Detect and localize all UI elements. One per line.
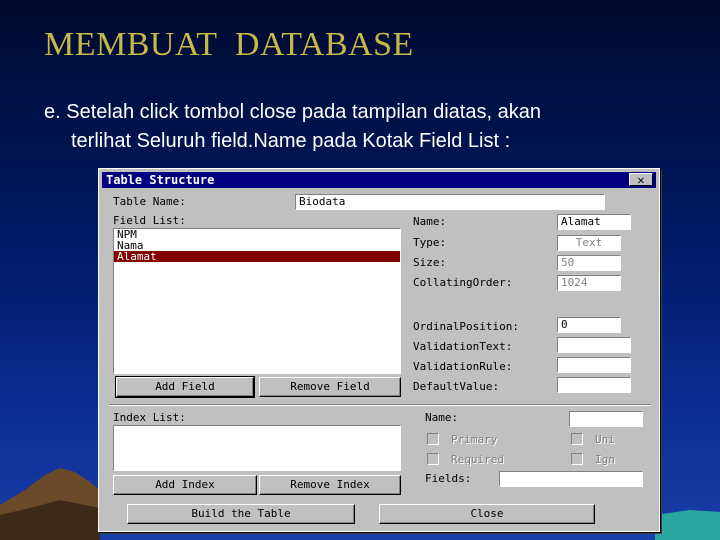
field-name-input[interactable]: Alamat — [557, 214, 631, 230]
validation-rule-input[interactable] — [557, 357, 631, 373]
ordinal-position-label: OrdinalPosition: — [413, 320, 519, 333]
remove-index-button[interactable]: Remove Index — [259, 475, 401, 495]
dialog-title: Table Structure — [106, 173, 215, 187]
ignore-nulls-checkbox[interactable] — [571, 453, 583, 465]
section-divider — [109, 404, 651, 406]
ordinal-position-input[interactable]: 0 — [557, 317, 621, 333]
table-structure-dialog: Table Structure ✕ Table Name: Biodata Fi… — [98, 168, 660, 532]
collating-order-input[interactable]: 1024 — [557, 275, 621, 291]
primary-checkbox[interactable] — [427, 433, 439, 445]
build-table-button[interactable]: Build the Table — [127, 504, 355, 524]
slide-text-line-1: e. Setelah click tombol close pada tampi… — [44, 101, 541, 123]
field-type-input[interactable]: Text — [557, 235, 621, 251]
index-list-box[interactable] — [113, 425, 401, 471]
close-button[interactable]: Close — [379, 504, 595, 524]
field-size-label: Size: — [413, 256, 447, 269]
dialog-titlebar[interactable]: Table Structure ✕ — [102, 172, 656, 188]
field-list-item-selected[interactable]: Alamat — [114, 251, 400, 262]
index-list-label: Index List: — [113, 411, 186, 424]
index-fields-input[interactable] — [499, 471, 643, 487]
field-type-label: Type: — [413, 236, 447, 249]
remove-field-button[interactable]: Remove Field — [259, 377, 401, 397]
slide-title: MEMBUAT DATABASE — [44, 26, 414, 63]
validation-text-input[interactable] — [557, 337, 631, 353]
field-name-label: Name: — [413, 215, 447, 228]
field-list-label: Field List: — [113, 214, 186, 227]
default-value-input[interactable] — [557, 377, 631, 393]
required-checkbox[interactable] — [427, 453, 439, 465]
add-index-button[interactable]: Add Index — [113, 475, 257, 495]
table-name-label: Table Name: — [113, 195, 186, 208]
unique-checkbox[interactable] — [571, 433, 583, 445]
slide-text-line-2: terlihat Seluruh field.Name pada Kotak F… — [71, 130, 511, 152]
validation-rule-label: ValidationRule: — [413, 360, 513, 373]
ignore-nulls-label: Ign — [595, 453, 615, 466]
add-field-button[interactable]: Add Field — [115, 376, 255, 398]
field-list-item[interactable]: Nama — [114, 240, 400, 251]
index-name-label: Name: — [425, 411, 459, 424]
close-icon[interactable]: ✕ — [629, 173, 653, 186]
index-fields-label: Fields: — [425, 472, 472, 485]
validation-text-label: ValidationText: — [413, 340, 513, 353]
default-value-label: DefaultValue: — [413, 380, 500, 393]
slide-body-text: e. Setelah click tombol close pada tampi… — [44, 98, 684, 156]
index-name-input[interactable] — [569, 411, 643, 427]
primary-label: Primary — [451, 433, 498, 446]
unique-label: Uni — [595, 433, 615, 446]
field-list-box[interactable]: NPM Nama Alamat — [113, 228, 401, 374]
required-label: Required — [451, 453, 504, 466]
table-name-input[interactable]: Biodata — [295, 194, 605, 210]
collating-order-label: CollatingOrder: — [413, 276, 513, 289]
field-list-item[interactable]: NPM — [114, 229, 400, 240]
field-size-input[interactable]: 50 — [557, 255, 621, 271]
